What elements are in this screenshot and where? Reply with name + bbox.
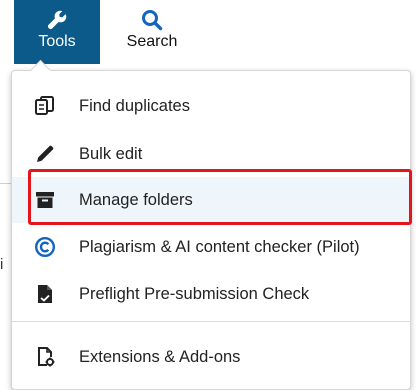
pencil-icon <box>33 142 57 166</box>
background-partial-text: i <box>0 256 4 273</box>
search-button[interactable]: Search <box>116 0 188 64</box>
menu-divider <box>12 321 410 322</box>
menu-item-extensions[interactable]: Extensions & Add-ons <box>12 335 410 379</box>
duplicate-icon <box>33 94 57 118</box>
menu-item-label: Preflight Pre-submission Check <box>79 284 310 303</box>
tools-label: Tools <box>38 33 76 50</box>
wrench-icon <box>45 7 69 33</box>
menu-item-label: Find duplicates <box>79 96 190 115</box>
background-divider <box>0 183 11 184</box>
archive-box-icon <box>33 188 57 212</box>
tools-button[interactable]: Tools <box>14 0 100 64</box>
menu-item-label: Bulk edit <box>79 144 143 163</box>
copyright-circle-icon <box>33 235 57 259</box>
document-check-icon <box>33 282 57 306</box>
tools-dropdown-menu: Find duplicates Bulk edit Manage folders <box>11 70 411 390</box>
menu-item-label: Manage folders <box>79 190 193 209</box>
search-label: Search <box>126 33 178 50</box>
menu-item-preflight-check[interactable]: Preflight Pre-submission Check <box>12 272 410 316</box>
menu-item-bulk-edit[interactable]: Bulk edit <box>12 132 410 176</box>
menu-item-plagiarism-checker[interactable]: Plagiarism & AI content checker (Pilot) <box>12 225 410 269</box>
menu-item-label: Plagiarism & AI content checker (Pilot) <box>79 237 360 256</box>
menu-item-manage-folders[interactable]: Manage folders <box>12 177 410 223</box>
menu-item-find-duplicates[interactable]: Find duplicates <box>12 84 410 128</box>
menu-item-label: Extensions & Add-ons <box>79 347 241 366</box>
document-gear-icon <box>33 345 57 369</box>
search-icon <box>140 7 164 33</box>
